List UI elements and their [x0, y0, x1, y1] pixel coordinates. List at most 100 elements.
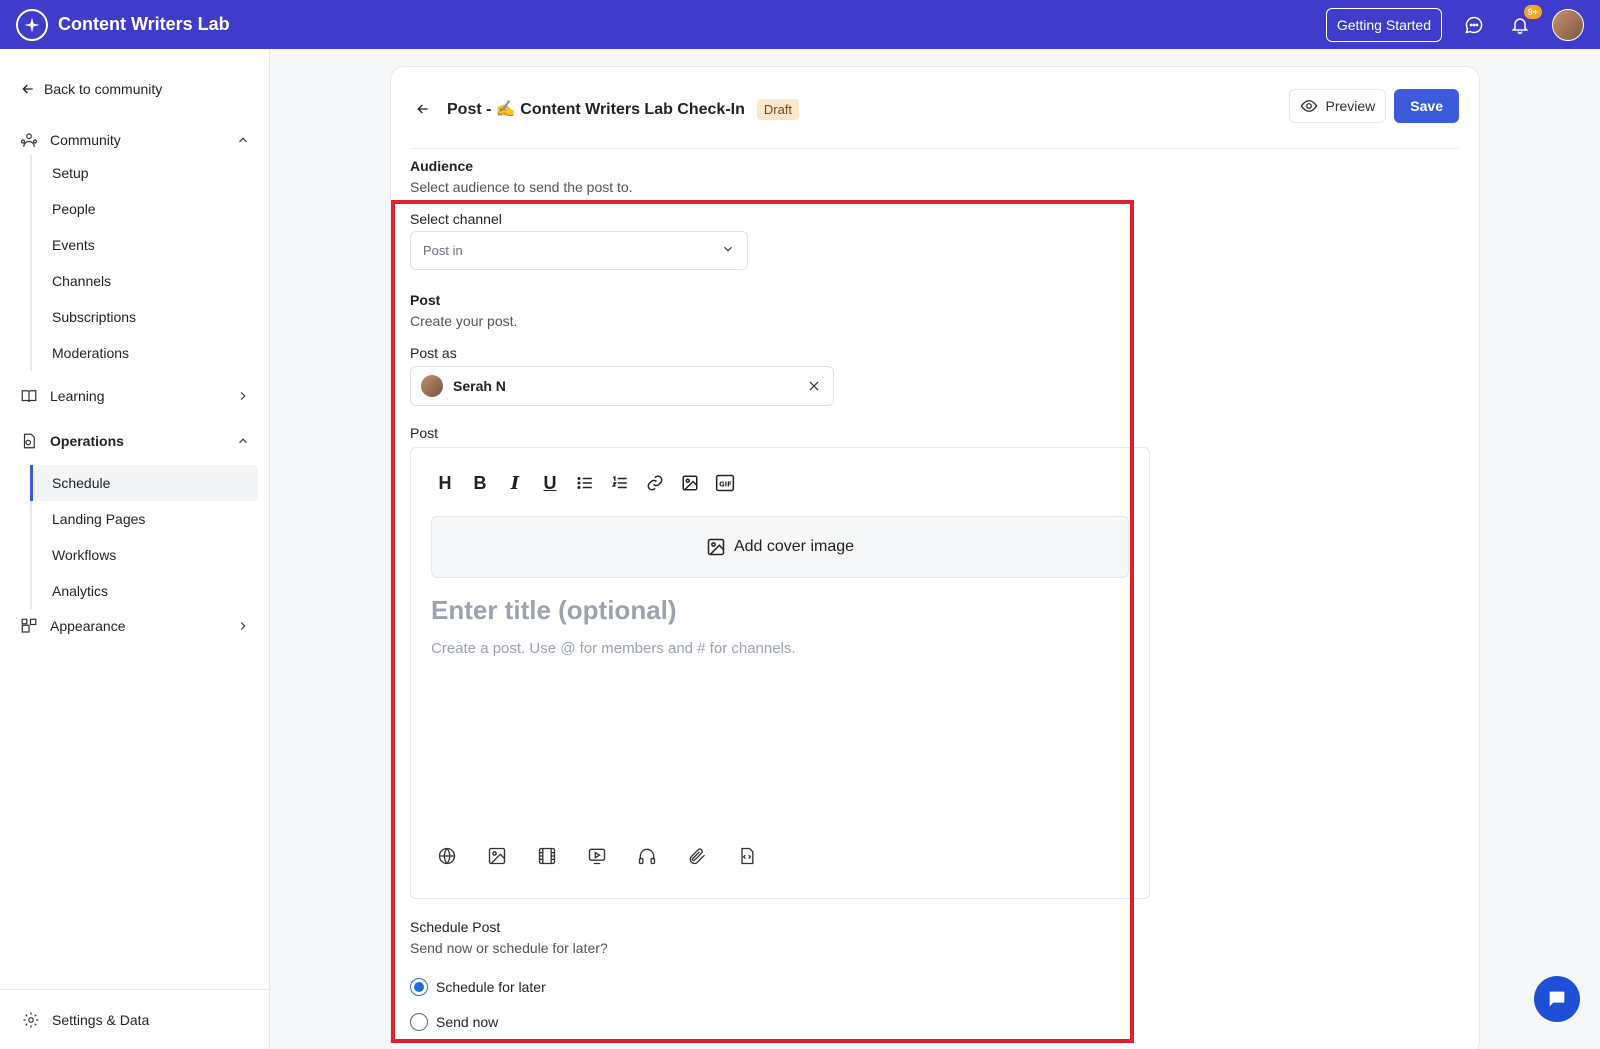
author-avatar: [421, 375, 443, 397]
rich-text-editor: H B I U GIF Add cover image: [410, 447, 1150, 899]
post-as-value: Serah N: [453, 378, 506, 394]
radio-button-selected[interactable]: [410, 978, 428, 996]
preview-label: Preview: [1325, 98, 1376, 114]
chevron-down-icon: [721, 242, 735, 259]
eye-icon: [1300, 100, 1317, 112]
sidebar-item-analytics[interactable]: Analytics: [32, 573, 258, 609]
channel-select-placeholder: Post in: [423, 243, 463, 258]
headphones-icon[interactable]: [637, 846, 657, 866]
image-upload-icon[interactable]: [487, 846, 507, 866]
sidebar-item-subscriptions[interactable]: Subscriptions: [32, 299, 258, 335]
section-label: Learning: [50, 388, 105, 404]
svg-text:GIF: GIF: [719, 480, 732, 488]
sidebar-item-workflows[interactable]: Workflows: [32, 537, 258, 573]
sidebar-section-community[interactable]: Community: [20, 131, 252, 149]
chevron-up-icon: [236, 433, 252, 449]
section-label: Community: [50, 132, 121, 148]
sidebar: Back to community Community Setup People…: [0, 49, 270, 1049]
chat-bubble-icon: [1549, 991, 1565, 1007]
sidebar-item-setup[interactable]: Setup: [32, 155, 258, 191]
sidebar-section-appearance[interactable]: Appearance: [20, 617, 252, 635]
gear-icon: [23, 1012, 39, 1027]
video-icon[interactable]: [587, 846, 607, 866]
community-sub-list: Setup People Events Channels Subscriptio…: [30, 155, 258, 371]
user-avatar[interactable]: [1552, 8, 1584, 41]
chevron-up-icon: [236, 132, 252, 148]
radio-send-now[interactable]: Send now: [410, 1013, 498, 1031]
film-icon[interactable]: [537, 846, 557, 866]
sidebar-item-schedule[interactable]: Schedule: [30, 465, 258, 501]
radio-button[interactable]: [410, 1013, 428, 1031]
community-icon: [20, 131, 38, 149]
select-channel-label: Select channel: [410, 211, 502, 227]
editor-label: Post: [410, 425, 439, 441]
sidebar-item-events[interactable]: Events: [32, 227, 258, 263]
sidebar-section-learning[interactable]: Learning: [20, 387, 252, 405]
brand[interactable]: Content Writers Lab: [16, 8, 230, 41]
getting-started-button[interactable]: Getting Started: [1325, 7, 1442, 42]
back-arrow-icon[interactable]: [411, 97, 435, 121]
add-cover-image-button[interactable]: Add cover image: [431, 516, 1129, 578]
globe-icon[interactable]: [437, 846, 457, 866]
radio-label: Schedule for later: [436, 979, 546, 995]
settings-label: Settings & Data: [52, 1011, 150, 1028]
section-label: Operations: [50, 433, 124, 449]
sidebar-item-channels[interactable]: Channels: [32, 263, 258, 299]
title-input[interactable]: [431, 588, 1129, 632]
media-toolbar: [437, 846, 757, 866]
editor-toolbar: H B I U GIF: [435, 472, 735, 494]
schedule-heading: Schedule Post: [410, 919, 501, 935]
audience-heading: Audience: [410, 158, 474, 174]
bold-icon[interactable]: B: [470, 472, 490, 494]
top-bar: Content Writers Lab Getting Started 9+: [0, 0, 1600, 49]
bullet-list-icon[interactable]: [575, 472, 595, 494]
image-icon[interactable]: [680, 472, 700, 494]
sidebar-item-people[interactable]: People: [32, 191, 258, 227]
sparkle-logo-icon: [16, 8, 48, 41]
operations-icon: [20, 432, 38, 450]
back-label: Back to community: [44, 81, 163, 97]
chevron-right-icon: [236, 388, 252, 404]
gif-icon[interactable]: GIF: [715, 472, 735, 494]
appearance-icon: [20, 617, 38, 635]
operations-sub-list: Schedule Landing Pages Workflows Analyti…: [30, 465, 258, 609]
preview-button[interactable]: Preview: [1288, 89, 1387, 123]
embed-code-icon[interactable]: [737, 846, 757, 866]
close-icon[interactable]: [805, 377, 823, 395]
status-badge: Draft: [756, 98, 800, 120]
sidebar-item-landing-pages[interactable]: Landing Pages: [32, 501, 258, 537]
chat-widget-button[interactable]: [1534, 976, 1580, 1022]
save-button[interactable]: Save: [1394, 89, 1459, 123]
radio-label: Send now: [436, 1014, 499, 1030]
back-to-community-link[interactable]: Back to community: [20, 81, 162, 97]
page-title: Post - ✍️ Content Writers Lab Check-In: [447, 101, 745, 118]
channel-select[interactable]: Post in: [410, 231, 748, 270]
sidebar-item-moderations[interactable]: Moderations: [32, 335, 258, 371]
chevron-right-icon: [236, 618, 252, 634]
radio-schedule-for-later[interactable]: Schedule for later: [410, 978, 546, 996]
paperclip-icon[interactable]: [687, 846, 707, 866]
sidebar-section-operations[interactable]: Operations: [20, 432, 252, 450]
schedule-description: Send now or schedule for later?: [410, 940, 608, 956]
bell-icon[interactable]: 9+: [1506, 4, 1542, 39]
audience-description: Select audience to send the post to.: [410, 179, 633, 195]
link-icon[interactable]: [645, 472, 665, 494]
app-name: Content Writers Lab: [58, 14, 230, 34]
notification-badge: 9+: [1523, 4, 1542, 19]
chat-icon[interactable]: [1460, 11, 1488, 39]
post-body-input[interactable]: [431, 640, 1129, 820]
book-icon: [20, 387, 38, 405]
section-label: Appearance: [50, 618, 126, 634]
cover-label: Add cover image: [733, 538, 855, 555]
italic-icon[interactable]: I: [505, 472, 525, 494]
card-header: Post - ✍️ Content Writers Lab Check-In D…: [411, 89, 1459, 149]
post-heading: Post: [410, 292, 441, 308]
settings-and-data-link[interactable]: Settings & Data: [0, 989, 269, 1049]
arrow-left-icon: [22, 84, 33, 94]
post-as-field[interactable]: Serah N: [410, 366, 834, 406]
image-icon: [707, 538, 725, 556]
numbered-list-icon[interactable]: [610, 472, 630, 494]
heading-icon[interactable]: H: [435, 472, 455, 494]
post-as-label: Post as: [410, 345, 457, 361]
underline-icon[interactable]: U: [540, 472, 560, 494]
